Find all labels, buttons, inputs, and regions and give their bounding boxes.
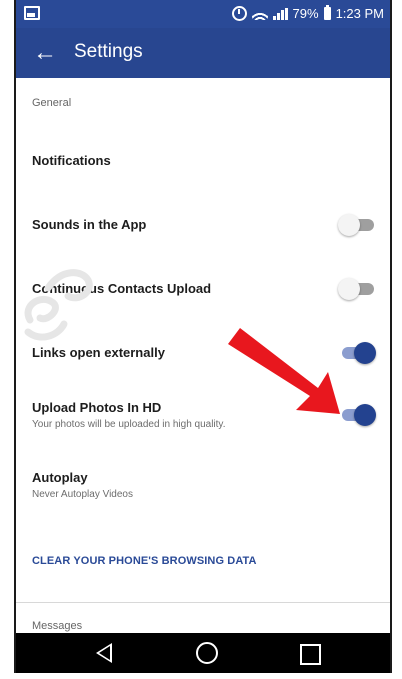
autoplay-subtitle: Never Autoplay Videos: [32, 489, 133, 500]
nav-home-icon[interactable]: [196, 642, 218, 664]
upload-hd-item-label[interactable]: Upload Photos In HD: [32, 400, 161, 415]
alarm-icon: [231, 6, 247, 21]
section-header-messages: Messages: [32, 620, 83, 632]
toggle-knob: [354, 404, 376, 426]
nav-recent-apps-icon[interactable]: [300, 644, 321, 665]
nav-back-icon[interactable]: [96, 643, 112, 663]
sounds-item-label[interactable]: Sounds in the App: [32, 217, 146, 232]
status-time: 1:23 PM: [335, 6, 384, 21]
battery-percent: 79%: [292, 6, 319, 21]
sounds-toggle[interactable]: [338, 212, 376, 236]
annotation-arrow: [228, 328, 340, 414]
phone-screen: 79% 1:23 PM ← Settings General Notificat…: [14, 0, 392, 673]
section-divider: [16, 602, 390, 603]
section-header-general: General: [32, 97, 72, 109]
wifi-icon: [251, 7, 268, 20]
left-scan-margin: [0, 0, 14, 679]
toggle-knob: [338, 278, 360, 300]
notifications-item[interactable]: Notifications: [32, 153, 111, 168]
upload-hd-subtitle: Your photos will be uploaded in high qua…: [32, 419, 226, 430]
status-indicators: 79% 1:23 PM: [231, 5, 384, 21]
right-scan-margin: [392, 0, 402, 679]
watermark-logo: [24, 269, 93, 341]
image-notification-icon: [24, 6, 40, 20]
toggle-knob: [354, 342, 376, 364]
app-bar: ← Settings: [16, 28, 390, 78]
contacts-upload-toggle[interactable]: [338, 276, 376, 300]
clear-browsing-data-link[interactable]: CLEAR YOUR PHONE'S BROWSING DATA: [32, 555, 257, 567]
page-title: Settings: [74, 41, 143, 62]
toggle-knob: [338, 214, 360, 236]
system-nav-bar: [16, 633, 390, 673]
battery-icon: [323, 5, 331, 20]
back-arrow-icon[interactable]: ←: [32, 38, 58, 68]
autoplay-item-label[interactable]: Autoplay: [32, 470, 88, 485]
status-bar: 79% 1:23 PM: [16, 0, 390, 28]
signal-icon: [272, 7, 288, 20]
